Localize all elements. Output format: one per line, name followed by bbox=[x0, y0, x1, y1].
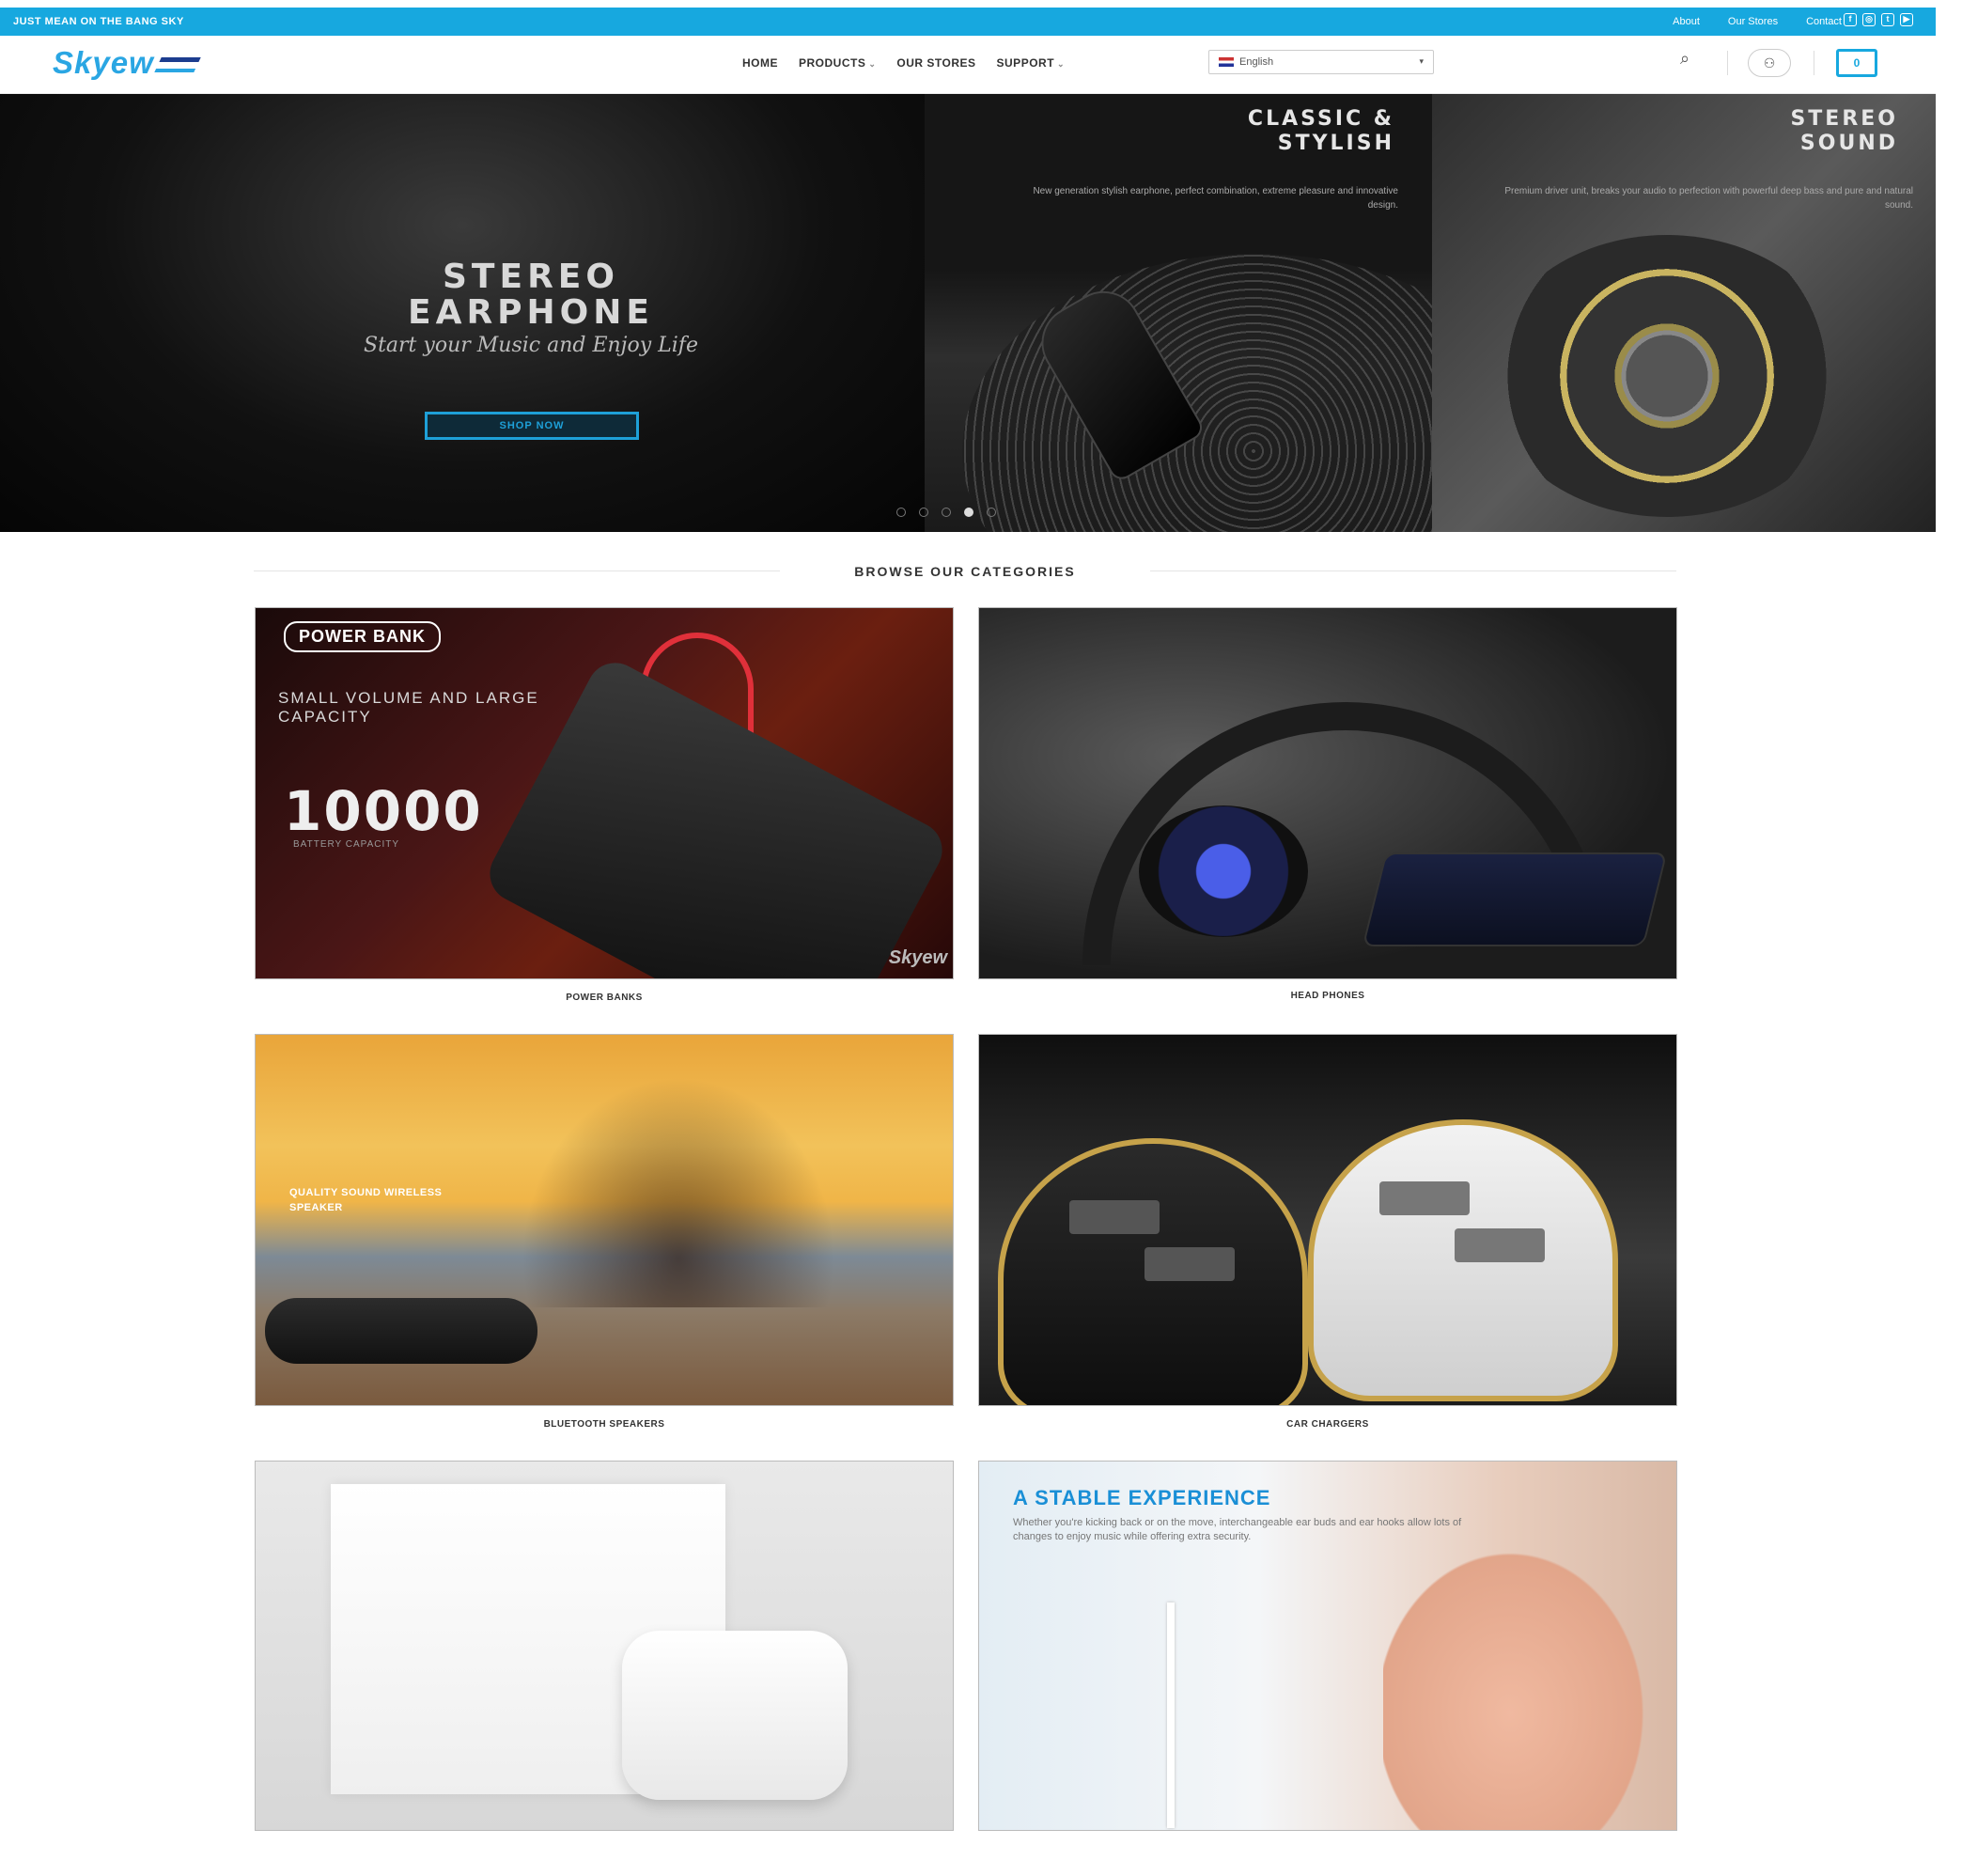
nav-support-label: SUPPORT bbox=[996, 56, 1055, 70]
our-stores-link[interactable]: Our Stores bbox=[1728, 16, 1778, 27]
flag-icon bbox=[1219, 57, 1234, 68]
slider-dot[interactable] bbox=[896, 508, 906, 517]
cart-count: 0 bbox=[1853, 56, 1861, 70]
twitter-icon[interactable]: t bbox=[1881, 13, 1894, 26]
ripple-graphic bbox=[962, 254, 1432, 532]
category-label[interactable]: BLUETOOTH SPEAKERS bbox=[255, 1419, 954, 1430]
chevron-down-icon: ⌄ bbox=[868, 59, 877, 69]
search-icon[interactable]: ⌕ bbox=[1680, 49, 1690, 69]
power-bank-badge: POWER BANK bbox=[284, 621, 441, 652]
category-card-bluetooth-speakers[interactable]: QUALITY SOUND WIRELESS SPEAKER bbox=[255, 1034, 954, 1406]
shop-now-button[interactable]: SHOP NOW bbox=[425, 412, 639, 440]
youtube-icon[interactable]: ▶ bbox=[1900, 13, 1913, 26]
category-label[interactable]: HEAD PHONES bbox=[978, 991, 1677, 1001]
earbuds-case-image bbox=[622, 1631, 848, 1800]
nav-our-stores[interactable]: OUR STORES bbox=[896, 56, 975, 70]
main-nav: HOME PRODUCTS ⌄ OUR STORES SUPPORT ⌄ bbox=[742, 56, 1065, 70]
category-card-earphones[interactable]: A STABLE EXPERIENCE Whether you're kicki… bbox=[978, 1461, 1677, 1831]
charger-black-image bbox=[998, 1138, 1308, 1405]
category-label[interactable]: POWER BANKS bbox=[255, 993, 954, 1003]
usb-port bbox=[1455, 1228, 1545, 1262]
instagram-icon[interactable]: ◎ bbox=[1862, 13, 1876, 26]
cart-icon[interactable]: 0 bbox=[1836, 49, 1877, 77]
hero-slider: STEREO EARPHONE Start your Music and Enj… bbox=[0, 94, 1936, 532]
speaker-image bbox=[265, 1298, 537, 1364]
hero-panel-main: STEREO EARPHONE Start your Music and Enj… bbox=[0, 94, 925, 532]
user-icon[interactable]: ⚇ bbox=[1748, 49, 1791, 77]
power-bank-headline: SMALL VOLUME AND LARGE CAPACITY bbox=[278, 689, 539, 726]
announcement-bar: JUST MEAN ON THE BANG SKY About Our Stor… bbox=[0, 8, 1936, 36]
about-link[interactable]: About bbox=[1673, 16, 1700, 27]
contact-link[interactable]: Contact bbox=[1806, 16, 1842, 27]
logo-swoosh-icon bbox=[154, 57, 201, 73]
promo-text: JUST MEAN ON THE BANG SKY bbox=[13, 16, 184, 27]
facebook-icon[interactable]: f bbox=[1844, 13, 1857, 26]
chevron-down-icon: ▾ bbox=[1419, 56, 1424, 66]
slider-dots bbox=[896, 508, 996, 517]
slider-dot[interactable] bbox=[919, 508, 928, 517]
language-value: English bbox=[1239, 56, 1274, 68]
classic-title: CLASSIC & STYLISH bbox=[1247, 107, 1394, 155]
slider-dot-active[interactable] bbox=[964, 508, 973, 517]
category-card-wireless-earbuds[interactable] bbox=[255, 1461, 954, 1831]
nav-products[interactable]: PRODUCTS ⌄ bbox=[799, 56, 876, 70]
power-bank-caption: BATTERY CAPACITY bbox=[293, 839, 400, 850]
ear-image bbox=[1383, 1527, 1665, 1830]
hero-title: STEREO EARPHONE bbox=[407, 258, 654, 332]
people-silhouette bbox=[509, 1063, 848, 1307]
earphone-wire-image bbox=[1167, 1602, 1175, 1828]
usb-port bbox=[1069, 1200, 1160, 1234]
phone-image bbox=[1362, 852, 1668, 946]
category-card-car-chargers[interactable] bbox=[978, 1034, 1677, 1406]
category-label[interactable]: CAR CHARGERS bbox=[978, 1419, 1677, 1430]
charger-white-image bbox=[1308, 1119, 1618, 1401]
topbar-links: About Our Stores Contact bbox=[1673, 16, 1842, 27]
stereo-title: STEREO SOUND bbox=[1790, 107, 1898, 155]
header-divider bbox=[1727, 51, 1728, 75]
driver-image bbox=[1488, 235, 1845, 517]
classic-subtitle: New generation stylish earphone, perfect… bbox=[1033, 186, 1398, 211]
category-card-power-banks[interactable]: POWER BANK SMALL VOLUME AND LARGE CAPACI… bbox=[255, 607, 954, 979]
stereo-subtitle: Premium driver unit, breaks your audio t… bbox=[1504, 186, 1913, 211]
usb-port bbox=[1379, 1181, 1470, 1215]
usb-port bbox=[1144, 1247, 1235, 1281]
site-header: Skyew HOME PRODUCTS ⌄ OUR STORES SUPPORT ⌄… bbox=[0, 36, 1936, 94]
hero-panel-classic: CLASSIC & STYLISH New generation stylish… bbox=[925, 94, 1432, 532]
nav-products-label: PRODUCTS bbox=[799, 56, 866, 70]
categories-title: BROWSE OUR CATEGORIES bbox=[780, 564, 1150, 579]
speaker-tagline: QUALITY SOUND WIRELESS SPEAKER bbox=[289, 1187, 443, 1213]
language-select[interactable]: English ▾ bbox=[1208, 50, 1434, 74]
slider-dot[interactable] bbox=[942, 508, 951, 517]
earphone-text: Whether you're kicking back or on the mo… bbox=[1013, 1517, 1462, 1542]
chevron-down-icon: ⌄ bbox=[1057, 59, 1066, 69]
brand-logo: Skyew bbox=[888, 947, 947, 968]
site-logo[interactable]: Skyew bbox=[53, 45, 201, 81]
headphone-image bbox=[1139, 805, 1308, 937]
categories-heading: BROWSE OUR CATEGORIES bbox=[254, 562, 1676, 581]
nav-home[interactable]: HOME bbox=[742, 56, 778, 70]
logo-text: Skyew bbox=[53, 45, 154, 80]
power-bank-capacity: 10000 bbox=[284, 779, 483, 843]
category-card-head-phones[interactable] bbox=[978, 607, 1677, 979]
hero-panel-stereo: STEREO SOUND Premium driver unit, breaks… bbox=[1432, 94, 1936, 532]
slider-dot[interactable] bbox=[987, 508, 996, 517]
nav-support[interactable]: SUPPORT ⌄ bbox=[997, 56, 1066, 70]
hero-script: Start your Music and Enjoy Life bbox=[364, 334, 698, 357]
social-links: f ◎ t ▶ bbox=[1844, 13, 1913, 26]
earphone-headline: A STABLE EXPERIENCE bbox=[1013, 1486, 1271, 1509]
